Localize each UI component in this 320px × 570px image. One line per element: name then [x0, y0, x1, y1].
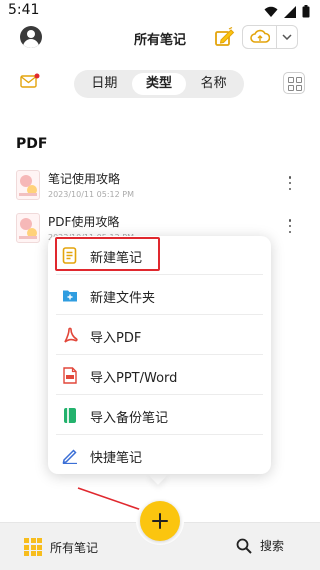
- nav-all-notes[interactable]: 所有笔记: [24, 538, 98, 556]
- tab-type[interactable]: 类型: [131, 73, 187, 95]
- note-date: 2023/10/11 05:12 PM: [48, 190, 134, 199]
- cloud-dropdown-button[interactable]: [277, 26, 297, 48]
- note-thumbnail: [16, 170, 40, 200]
- menu-item-import-pdf[interactable]: 导入PDF: [48, 316, 271, 355]
- divider: [56, 434, 263, 435]
- menu-item-label: 导入PDF: [90, 331, 142, 346]
- menu-item-quick-note[interactable]: 快捷笔记: [48, 436, 271, 475]
- quick-note-pen-icon: [62, 449, 77, 464]
- note-thumbnail: [16, 213, 40, 243]
- title-bar: 所有笔记: [0, 22, 320, 52]
- backup-note-icon: [64, 408, 76, 423]
- menu-item-label: 新建文件夹: [90, 291, 156, 306]
- note-title: 笔记使用攻略: [48, 172, 121, 186]
- divider: [56, 274, 263, 275]
- cloud-sync-group: [242, 25, 298, 49]
- list-item[interactable]: 笔记使用攻略 2023/10/11 05:12 PM: [16, 170, 306, 206]
- pdf-icon: [64, 327, 78, 343]
- more-options-icon[interactable]: [288, 176, 292, 190]
- menu-item-new-folder[interactable]: 新建文件夹: [48, 276, 271, 315]
- menu-item-import-ppt-word[interactable]: 导入PPT/Word: [48, 356, 271, 395]
- menu-item-import-backup[interactable]: 导入备份笔记: [48, 396, 271, 435]
- note-title: PDF使用攻略: [48, 215, 120, 229]
- menu-item-label: 导入PPT/Word: [90, 371, 178, 386]
- wifi-icon: [264, 6, 278, 17]
- tab-name[interactable]: 名称: [186, 73, 241, 95]
- menu-item-label: 导入备份笔记: [90, 411, 169, 426]
- new-folder-icon: [63, 290, 77, 302]
- mail-icon[interactable]: [20, 73, 40, 89]
- section-title: PDF: [16, 136, 48, 152]
- ppt-word-icon: [63, 367, 77, 384]
- toolbar: 日期 类型 名称: [0, 62, 320, 104]
- signal-icon: [284, 5, 296, 18]
- highlight-box: [55, 237, 160, 271]
- cloud-sync-button[interactable]: [243, 26, 277, 48]
- divider: [56, 354, 263, 355]
- battery-icon: [302, 5, 310, 18]
- divider: [56, 314, 263, 315]
- nav-search[interactable]: 搜索: [236, 537, 284, 554]
- new-note-edit-icon[interactable]: [214, 27, 236, 47]
- create-menu: 新建笔记 新建文件夹 导入PDF 导入PPT/Word 导入备份笔记 快捷笔记: [48, 236, 271, 474]
- sort-tabs: 日期 类型 名称: [74, 70, 244, 98]
- menu-item-label: 快捷笔记: [90, 451, 143, 466]
- more-options-icon[interactable]: [288, 219, 292, 233]
- grid-view-icon[interactable]: [283, 72, 305, 94]
- tab-date[interactable]: 日期: [77, 73, 132, 95]
- status-bar: 5:41: [0, 0, 320, 22]
- status-icons: [264, 5, 310, 18]
- cloud-sync-icon: [249, 29, 270, 43]
- search-icon: [236, 538, 252, 554]
- nav-search-label: 搜索: [260, 539, 285, 553]
- all-notes-grid-icon: [24, 538, 42, 556]
- status-time: 5:41: [8, 2, 40, 18]
- divider: [56, 394, 263, 395]
- nav-all-notes-label: 所有笔记: [50, 540, 99, 555]
- add-fab-button[interactable]: [140, 501, 180, 541]
- chevron-down-icon: [282, 34, 292, 40]
